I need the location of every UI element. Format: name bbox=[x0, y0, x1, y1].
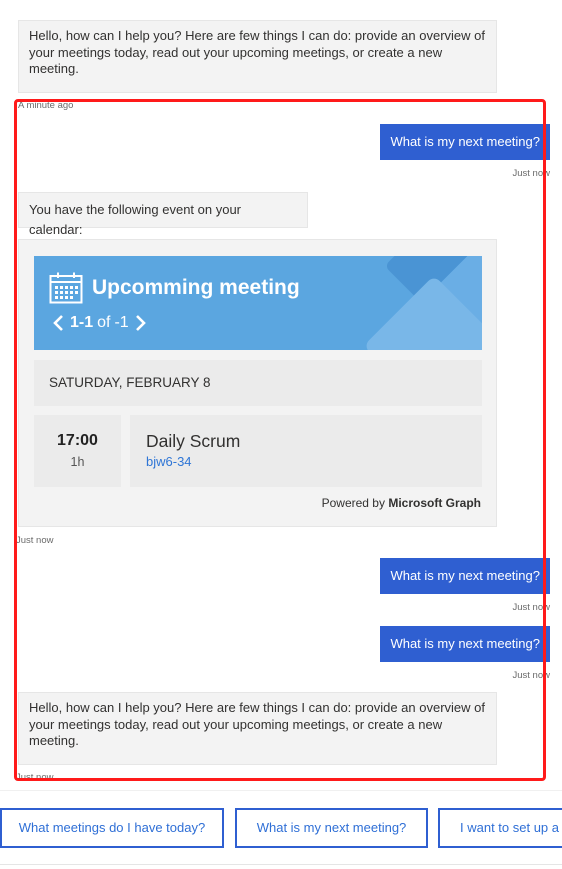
timestamp: Just now bbox=[512, 168, 551, 179]
event-details[interactable]: Daily Scrum bjw6-34 bbox=[130, 415, 482, 487]
suggestion-next-meeting[interactable]: What is my next meeting? bbox=[235, 808, 428, 848]
user-message: What is my next meeting? bbox=[380, 626, 550, 662]
event-location[interactable]: bjw6-34 bbox=[146, 454, 192, 469]
pager-current: 1-1 bbox=[70, 314, 94, 331]
timestamp: A minute ago bbox=[18, 100, 74, 111]
pager-of: of bbox=[97, 314, 111, 331]
bot-message-greeting: Hello, how can I help you? Here are few … bbox=[18, 692, 497, 765]
timestamp: Just now bbox=[512, 602, 551, 613]
powered-by: Powered by Microsoft Graph bbox=[322, 496, 481, 510]
pager-total: -1 bbox=[114, 314, 129, 331]
powered-by-prefix: Powered by bbox=[321, 496, 385, 510]
chevron-left-icon[interactable] bbox=[52, 314, 64, 332]
timestamp: Just now bbox=[16, 535, 54, 546]
chevron-right-icon[interactable] bbox=[135, 314, 147, 332]
suggested-actions: What meetings do I have today? What is m… bbox=[0, 790, 562, 869]
divider bbox=[0, 864, 562, 865]
event-duration: 1h bbox=[70, 455, 85, 469]
suggestion-set-up-meeting[interactable]: I want to set up a meeting bbox=[438, 808, 562, 848]
timestamp: Just now bbox=[512, 670, 551, 681]
user-message: What is my next meeting? bbox=[380, 124, 550, 160]
upcoming-meeting-card: Upcomming meeting 1-1 of -1 SATURDAY, FE… bbox=[18, 239, 497, 527]
event-title: Daily Scrum bbox=[146, 431, 241, 451]
card-pager: 1-1 of -1 bbox=[52, 314, 147, 332]
event-time-block: 17:00 1h bbox=[34, 415, 121, 487]
calendar-icon bbox=[49, 272, 83, 304]
chat-transcript: Hello, how can I help you? Here are few … bbox=[0, 0, 562, 790]
event-start-time: 17:00 bbox=[57, 432, 98, 449]
card-banner: Upcomming meeting 1-1 of -1 bbox=[34, 256, 482, 350]
user-message: What is my next meeting? bbox=[380, 558, 550, 594]
powered-by-brand: Microsoft Graph bbox=[388, 496, 481, 510]
timestamp: Just now bbox=[16, 772, 54, 783]
event-date-header: SATURDAY, FEBRUARY 8 bbox=[34, 360, 482, 406]
bot-message-calendar: You have the following event on your cal… bbox=[18, 192, 308, 237]
card-title: Upcomming meeting bbox=[92, 276, 300, 299]
suggestion-meetings-today[interactable]: What meetings do I have today? bbox=[0, 808, 224, 848]
bot-message-greeting: Hello, how can I help you? Here are few … bbox=[18, 20, 497, 93]
